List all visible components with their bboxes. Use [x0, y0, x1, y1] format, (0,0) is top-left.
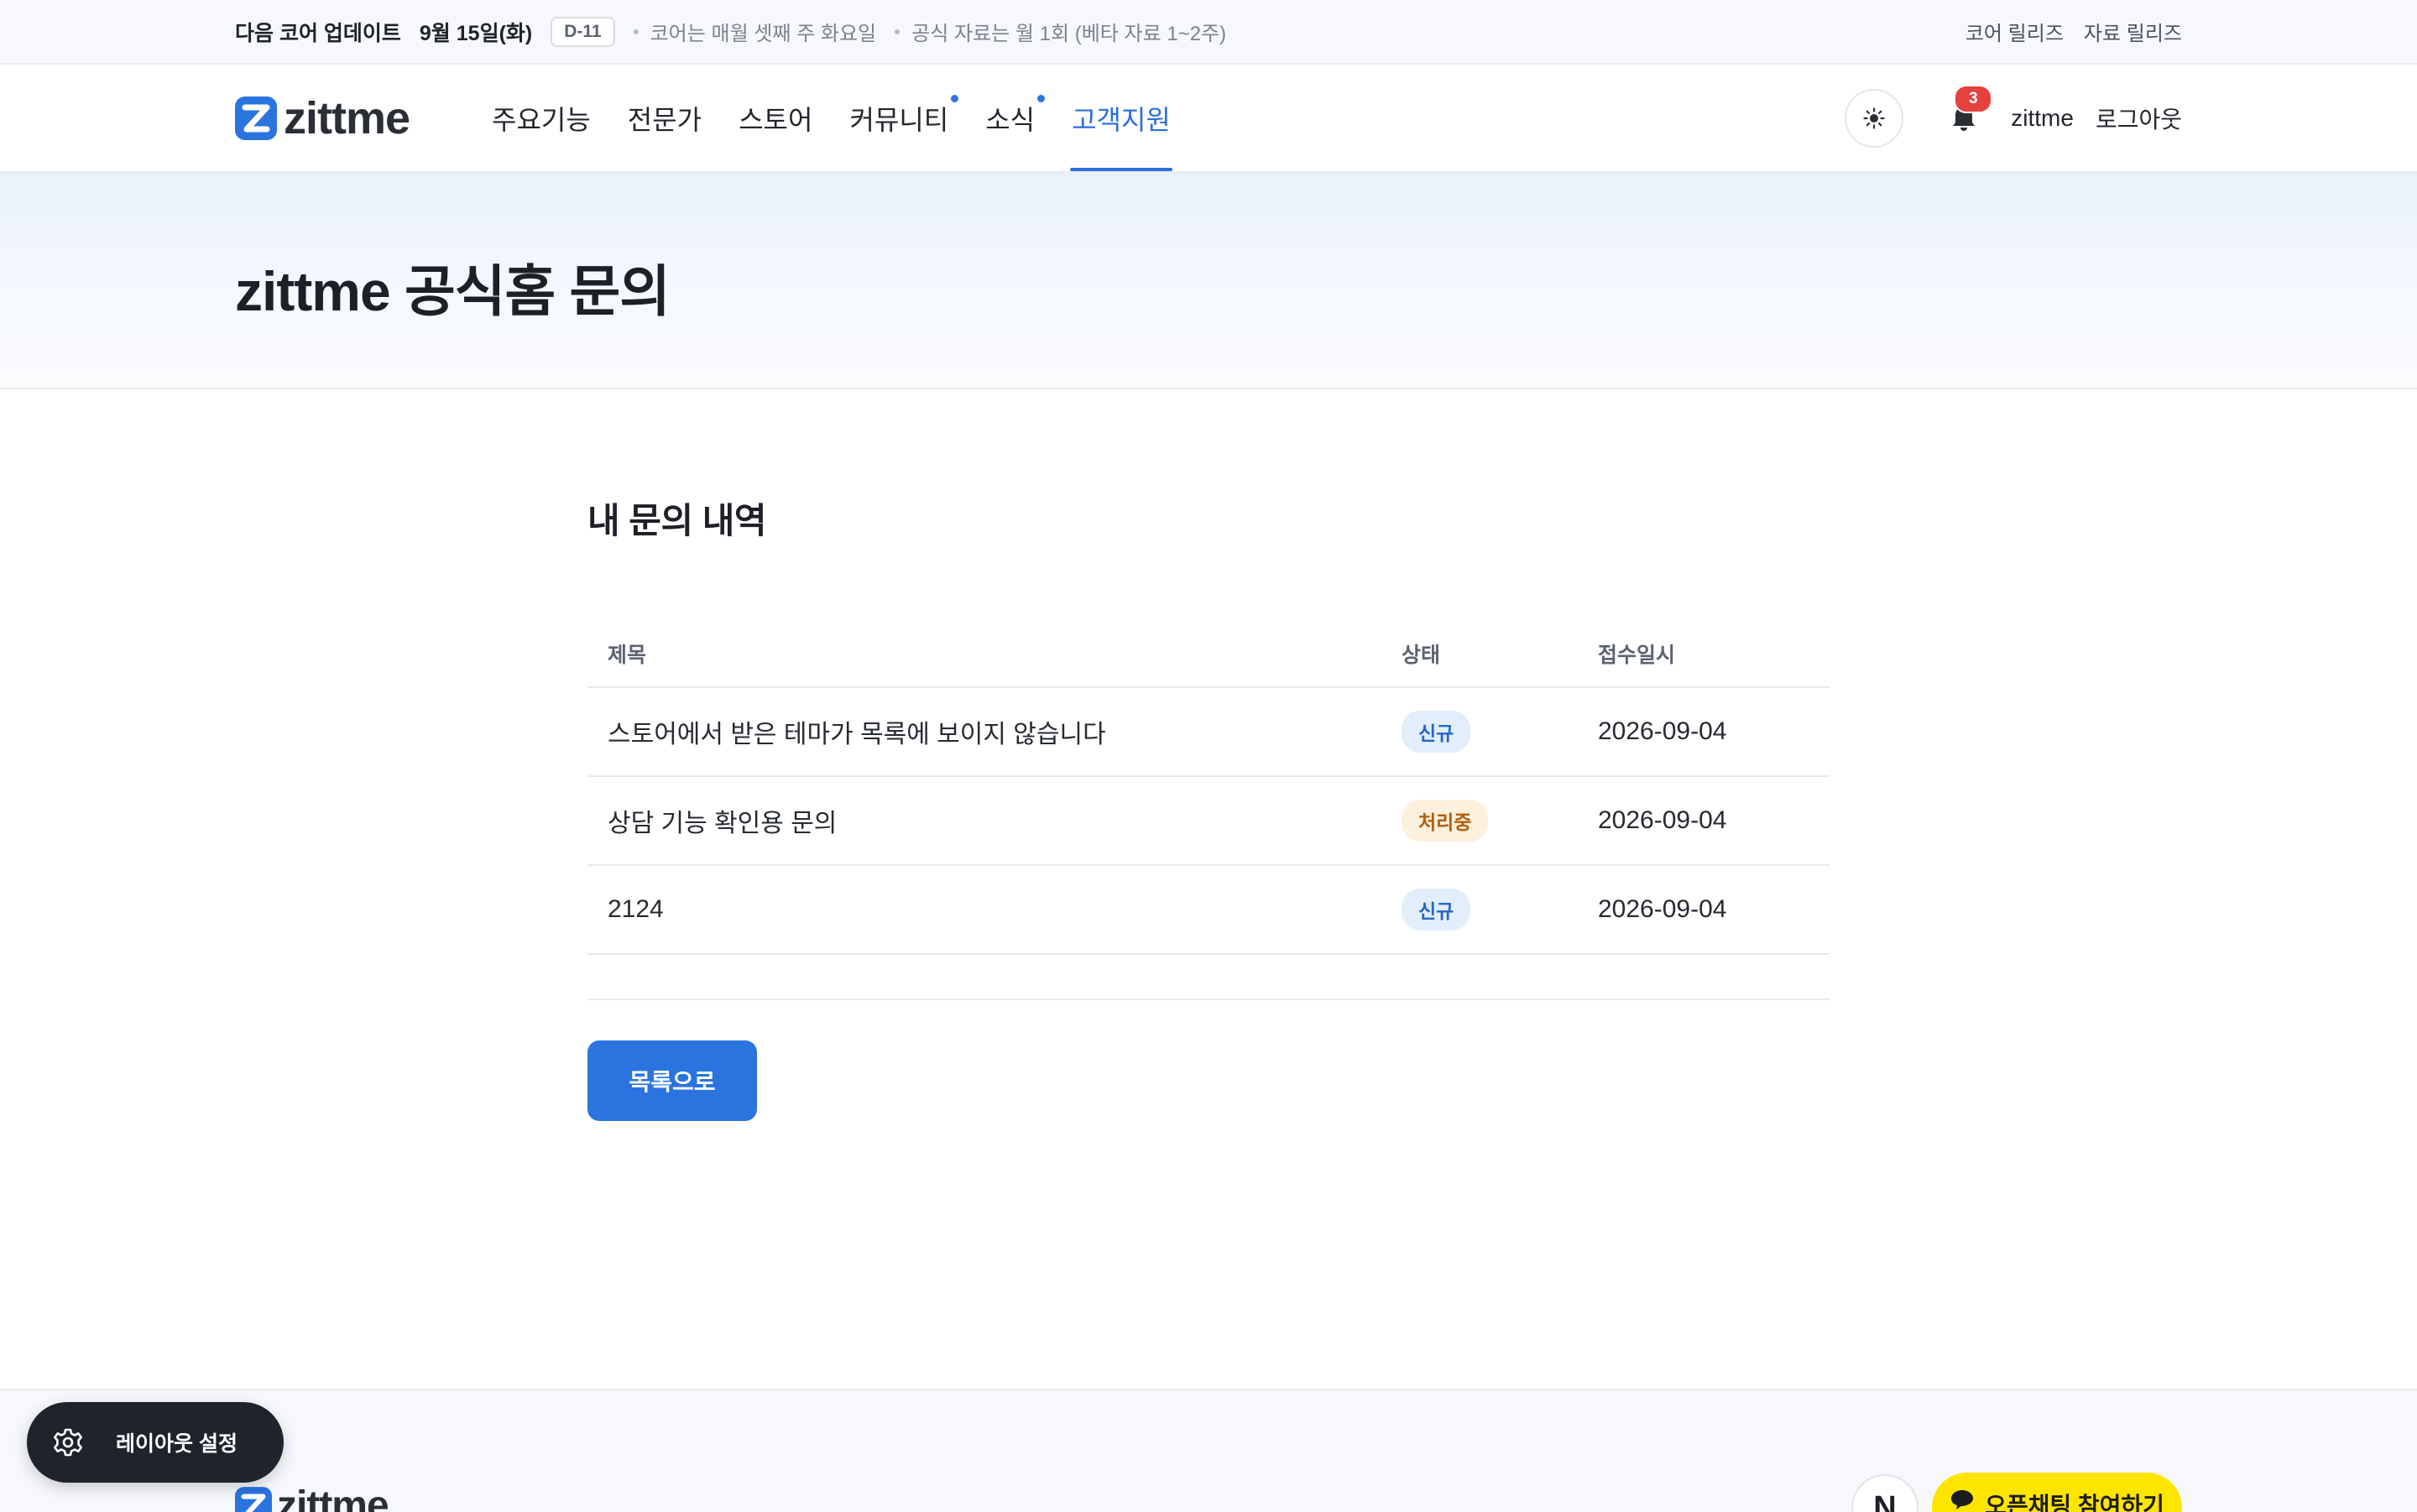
inquiry-history-section: 내 문의 내역 제목 상태 접수일시 스토어에서 받은 테마가 목록에 보이지 … — [587, 503, 1830, 539]
nav-label: 전문가 — [628, 99, 702, 138]
nav-label: 주요기능 — [492, 99, 591, 138]
status-cell: 신규 — [1381, 687, 1578, 776]
inquiry-title[interactable]: 상담 기능 확인용 문의 — [587, 776, 1381, 865]
inquiry-date: 2026-09-04 — [1578, 687, 1830, 776]
nav-support[interactable]: 고객지원 — [1053, 65, 1189, 171]
column-header-status: 상태 — [1381, 621, 1578, 687]
core-release-link[interactable]: 코어 릴리즈 — [1965, 17, 2064, 46]
section-divider — [587, 998, 1830, 1000]
site-logo[interactable]: zittme — [235, 92, 410, 144]
release-links: 코어 릴리즈 자료 릴리즈 — [1965, 17, 2182, 46]
main-nav: 주요기능 전문가 스토어 커뮤니티 소식 고객지원 — [473, 65, 1189, 171]
chat-bubble-icon — [1950, 1488, 1975, 1511]
announce-note-resources: 공식 자료는 월 1회 (베타 자료 1~2주) — [911, 17, 1226, 46]
announce-note-core: 코어는 매월 셋째 주 화요일 — [650, 17, 877, 46]
inquiry-title[interactable]: 2124 — [587, 865, 1381, 954]
theme-toggle-button[interactable] — [1845, 89, 1903, 148]
logout-link[interactable]: 로그아웃 — [2096, 102, 2182, 135]
layout-settings-button[interactable]: 레이아웃 설정 — [27, 1402, 284, 1483]
logo-text: zittme — [284, 92, 410, 144]
username-link[interactable]: zittme — [2011, 105, 2074, 132]
openchat-label: 오픈채팅 참여하기 — [1985, 1488, 2164, 1512]
announce-label: 다음 코어 업데이트 — [235, 17, 401, 47]
logo-mark-icon — [235, 1485, 272, 1512]
nav-label: 커뮤니티 — [849, 99, 948, 138]
nav-news[interactable]: 소식 — [967, 65, 1053, 171]
inquiry-date: 2026-09-04 — [1578, 776, 1830, 865]
nav-label: 소식 — [985, 99, 1035, 138]
nav-community[interactable]: 커뮤니티 — [831, 65, 967, 171]
back-to-list-button[interactable]: 목록으로 — [587, 1040, 757, 1121]
nav-features[interactable]: 주요기능 — [473, 65, 609, 171]
footer-logo-text: zittme — [277, 1483, 389, 1512]
main-header: zittme 주요기능 전문가 스토어 커뮤니티 소식 고객지원 — [0, 65, 2417, 173]
column-header-title: 제목 — [587, 621, 1381, 687]
site-footer: zittme N 오픈채팅 참여하기 — [0, 1389, 2417, 1512]
footer-logo[interactable]: zittme — [235, 1483, 389, 1512]
table-row[interactable]: 2124 신규 2026-09-04 — [587, 865, 1830, 954]
separator-dot — [634, 29, 639, 34]
table-row[interactable]: 스토어에서 받은 테마가 목록에 보이지 않습니다 신규 2026-09-04 — [587, 687, 1830, 776]
sun-icon — [1863, 107, 1885, 129]
table-header-row: 제목 상태 접수일시 — [587, 621, 1830, 687]
logo-mark-icon — [235, 95, 277, 142]
announcement-bar: 다음 코어 업데이트 9월 15일(화) D-11 코어는 매월 셋째 주 화요… — [0, 0, 2417, 65]
nav-store[interactable]: 스토어 — [720, 65, 831, 171]
new-indicator-dot — [1037, 95, 1045, 102]
column-header-date: 접수일시 — [1578, 621, 1830, 687]
announce-date: 9월 15일(화) — [420, 17, 532, 47]
new-indicator-dot — [951, 95, 958, 102]
separator-dot — [895, 29, 900, 34]
resource-release-link[interactable]: 자료 릴리즈 — [2084, 17, 2182, 46]
openchat-button[interactable]: 오픈채팅 참여하기 — [1932, 1473, 2182, 1512]
dday-badge: D-11 — [551, 17, 614, 47]
inquiry-title[interactable]: 스토어에서 받은 테마가 목록에 보이지 않습니다 — [587, 687, 1381, 776]
notification-count-badge: 3 — [1954, 85, 1992, 113]
layout-settings-label: 레이아웃 설정 — [116, 1427, 238, 1457]
naver-button[interactable]: N — [1851, 1474, 1918, 1512]
page-hero: zittme 공식홈 문의 — [0, 173, 2417, 389]
status-badge: 신규 — [1402, 889, 1470, 931]
header-actions: 3 zittme 로그아웃 — [1845, 89, 2182, 148]
table-row[interactable]: 상담 기능 확인용 문의 처리중 2026-09-04 — [587, 776, 1830, 865]
inquiry-table: 제목 상태 접수일시 스토어에서 받은 테마가 목록에 보이지 않습니다 신규 … — [587, 621, 1830, 955]
status-badge: 처리중 — [1402, 800, 1488, 842]
nav-label: 스토어 — [739, 99, 812, 138]
nav-experts[interactable]: 전문가 — [609, 65, 720, 171]
status-badge: 신규 — [1402, 711, 1470, 753]
nav-label: 고객지원 — [1072, 99, 1171, 138]
status-cell: 신규 — [1381, 865, 1578, 954]
inquiry-date: 2026-09-04 — [1578, 865, 1830, 954]
page-title: zittme 공식홈 문의 — [235, 263, 670, 319]
naver-label: N — [1873, 1490, 1896, 1512]
section-title: 내 문의 내역 — [587, 503, 1830, 539]
notification-button[interactable]: 3 — [1947, 102, 1981, 135]
status-cell: 처리중 — [1381, 776, 1578, 865]
gear-icon — [52, 1426, 84, 1458]
